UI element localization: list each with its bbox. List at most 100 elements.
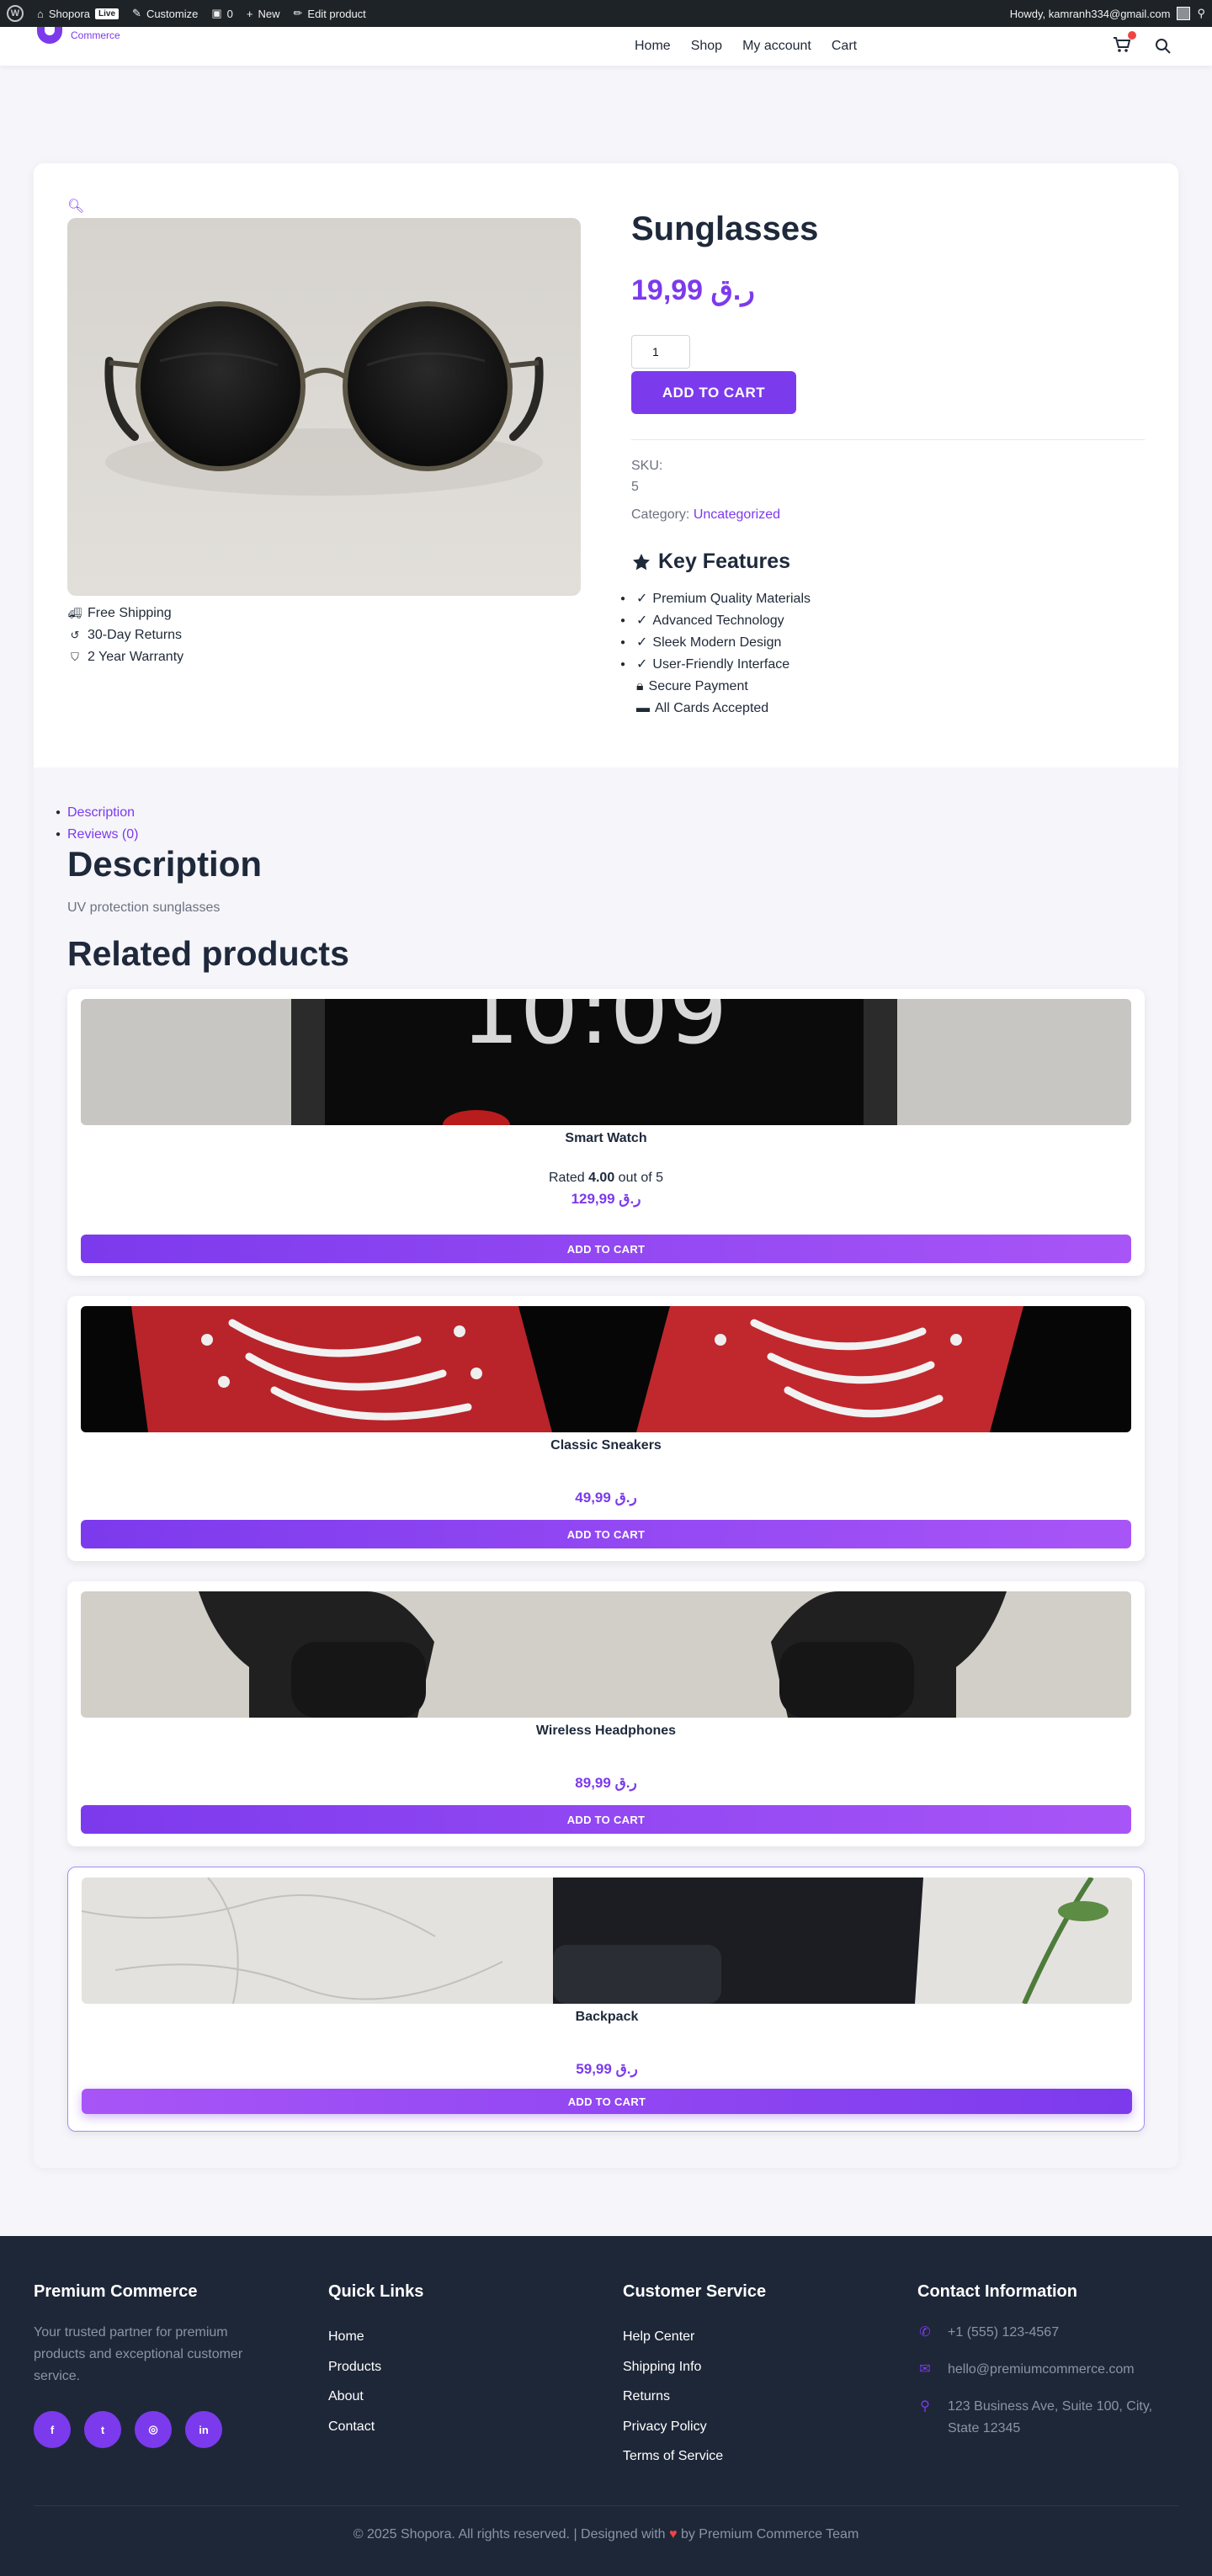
key-feature-label: User-Friendly Interface: [652, 657, 790, 672]
card-icon: ▬: [636, 701, 650, 715]
nav-cart[interactable]: Cart: [832, 39, 857, 54]
key-feature-label: Sleek Modern Design: [652, 635, 782, 650]
twitter-icon[interactable]: t: [84, 2411, 121, 2448]
nav-shop[interactable]: Shop: [691, 39, 722, 54]
search-icon[interactable]: [1155, 38, 1172, 55]
magnifier-icon[interactable]: 🔍︎: [67, 198, 84, 215]
category-row: Category: Uncategorized: [631, 507, 780, 523]
footer-link-products[interactable]: Products: [328, 2352, 423, 2382]
product-card-classic-sneakers[interactable]: Classic Sneakers 49,99 ر.ق ADD TO CART: [67, 1296, 1145, 1561]
footer-link-about[interactable]: About: [328, 2382, 423, 2412]
tab-description: ●Description: [56, 802, 138, 824]
list-item: ● ✓ Advanced Technology: [614, 610, 811, 632]
product-thumbnail[interactable]: [81, 1306, 1131, 1432]
product-card-backpack[interactable]: Backpack 59,99 ر.ق ADD TO CART: [67, 1867, 1145, 2132]
site-footer: Premium Commerce Your trusted partner fo…: [0, 2236, 1212, 2576]
product-image[interactable]: [67, 218, 581, 596]
contact-phone-text[interactable]: +1 (555) 123-4567: [948, 2322, 1059, 2344]
footer-link-terms[interactable]: Terms of Service: [623, 2441, 766, 2472]
key-features-title: Key Features: [631, 550, 790, 574]
sneakers-image: [81, 1306, 1131, 1432]
heart-icon: ♥: [669, 2527, 678, 2541]
wordpress-menu[interactable]: W: [7, 5, 24, 22]
product-name[interactable]: Wireless Headphones: [67, 1724, 1145, 1739]
product-card-smart-watch[interactable]: 10:09 Smart Watch Rated 4.00 out of 5 12…: [67, 989, 1145, 1276]
bullet: ●: [619, 594, 626, 603]
shield-icon: ⛉: [71, 651, 79, 663]
instagram-icon[interactable]: ◎: [135, 2411, 172, 2448]
list-item: 🔒︎ Secure Payment: [614, 676, 811, 698]
add-to-cart-button[interactable]: ADD TO CART: [82, 2089, 1132, 2114]
backpack-image: [82, 1878, 1132, 2004]
avatar[interactable]: [1177, 7, 1191, 20]
sku-value: 5: [631, 480, 639, 494]
facebook-icon[interactable]: f: [34, 2411, 71, 2448]
search-icon[interactable]: ⚲: [1197, 7, 1205, 20]
add-to-cart-button[interactable]: ADD TO CART: [81, 1805, 1131, 1834]
product-thumbnail[interactable]: [82, 1878, 1132, 2004]
contact-address: ⚲ 123 Business Ave, Suite 100, City, Stat…: [917, 2396, 1167, 2440]
footer-link-returns[interactable]: Returns: [623, 2382, 766, 2412]
lock-icon: 🔒︎: [636, 679, 644, 693]
product-name[interactable]: Classic Sneakers: [67, 1438, 1145, 1453]
footer-link-contact[interactable]: Contact: [328, 2412, 423, 2442]
logo-mark[interactable]: [37, 27, 62, 44]
rating-value: 4.00: [588, 1171, 615, 1185]
wordpress-icon: W: [7, 5, 24, 22]
add-to-cart-button[interactable]: ADD TO CART: [81, 1520, 1131, 1548]
add-to-cart-button[interactable]: ADD TO CART: [631, 371, 796, 414]
linkedin-icon[interactable]: in: [185, 2411, 222, 2448]
feature-warranty: ⛉ 2 Year Warranty: [67, 646, 183, 668]
product-price: 19,99 ر.ق: [631, 274, 755, 306]
footer-link-privacy-policy[interactable]: Privacy Policy: [623, 2412, 766, 2442]
cart-badge: [1128, 30, 1136, 40]
bullet: ●: [619, 616, 626, 625]
category-link[interactable]: Uncategorized: [694, 507, 780, 522]
logo-subtitle[interactable]: Commerce: [71, 29, 120, 41]
add-to-cart-button[interactable]: ADD TO CART: [81, 1235, 1131, 1263]
tab-reviews: ●Reviews (0): [56, 824, 138, 846]
nav-my-account[interactable]: My account: [742, 39, 811, 54]
tab-reviews-link[interactable]: Reviews (0): [67, 824, 138, 846]
bullet: ●: [619, 638, 626, 647]
copyright-right: by Premium Commerce Team: [680, 2527, 859, 2541]
product-name[interactable]: Backpack: [68, 2010, 1146, 2025]
product-name[interactable]: Smart Watch: [67, 1131, 1145, 1146]
live-badge: Live: [95, 8, 120, 19]
footer-link-home[interactable]: Home: [328, 2322, 423, 2352]
cart-button[interactable]: [1113, 30, 1136, 57]
pencil-icon: ✏: [293, 7, 303, 19]
related-products-title: Related products: [67, 934, 349, 973]
check-icon: ✓: [636, 613, 648, 628]
product-card-wireless-headphones[interactable]: Wireless Headphones 89,99 ر.ق ADD TO CAR…: [67, 1581, 1145, 1846]
customize-link[interactable]: ✎ Customize: [132, 7, 198, 20]
howdy-user[interactable]: Howdy, kamranh334@gmail.com: [1010, 8, 1171, 20]
feature-label: Free Shipping: [88, 606, 172, 620]
footer-link-shipping-info[interactable]: Shipping Info: [623, 2352, 766, 2382]
rating-prefix: Rated: [548, 1171, 589, 1185]
new-label: New: [258, 7, 280, 20]
comments-link[interactable]: ▣ 0: [211, 7, 233, 20]
nav-home[interactable]: Home: [635, 39, 671, 54]
product-thumbnail[interactable]: [81, 1591, 1131, 1718]
contact-email-text[interactable]: hello@premiumcommerce.com: [948, 2359, 1135, 2381]
brush-icon: ✎: [132, 7, 141, 19]
bullet: ●: [619, 660, 626, 669]
tab-description-link[interactable]: Description: [67, 802, 135, 824]
product-price: 49,99 ر.ق: [575, 1490, 637, 1506]
contact-email: ✉ hello@premiumcommerce.com: [917, 2359, 1167, 2381]
product-price: 59,99 ر.ق: [576, 2061, 638, 2077]
key-feature-label: Advanced Technology: [652, 613, 784, 628]
site-name-link[interactable]: ⌂ Shopora Live: [37, 8, 120, 20]
edit-product-link[interactable]: ✏ Edit product: [294, 7, 366, 20]
quantity-input[interactable]: [631, 335, 690, 369]
map-pin-icon: ⚲: [920, 2399, 930, 2414]
footer-link-help-center[interactable]: Help Center: [623, 2322, 766, 2352]
new-content-link[interactable]: + New: [247, 8, 280, 20]
headphones-image: [81, 1591, 1131, 1718]
mail-icon: ✉: [919, 2362, 931, 2377]
product-thumbnail[interactable]: 10:09: [81, 999, 1131, 1125]
contact-address-text: 123 Business Ave, Suite 100, City, State…: [948, 2399, 1153, 2435]
product-rating: Rated 4.00 out of 5: [67, 1171, 1145, 1186]
smart-watch-image: 10:09: [81, 999, 1131, 1125]
